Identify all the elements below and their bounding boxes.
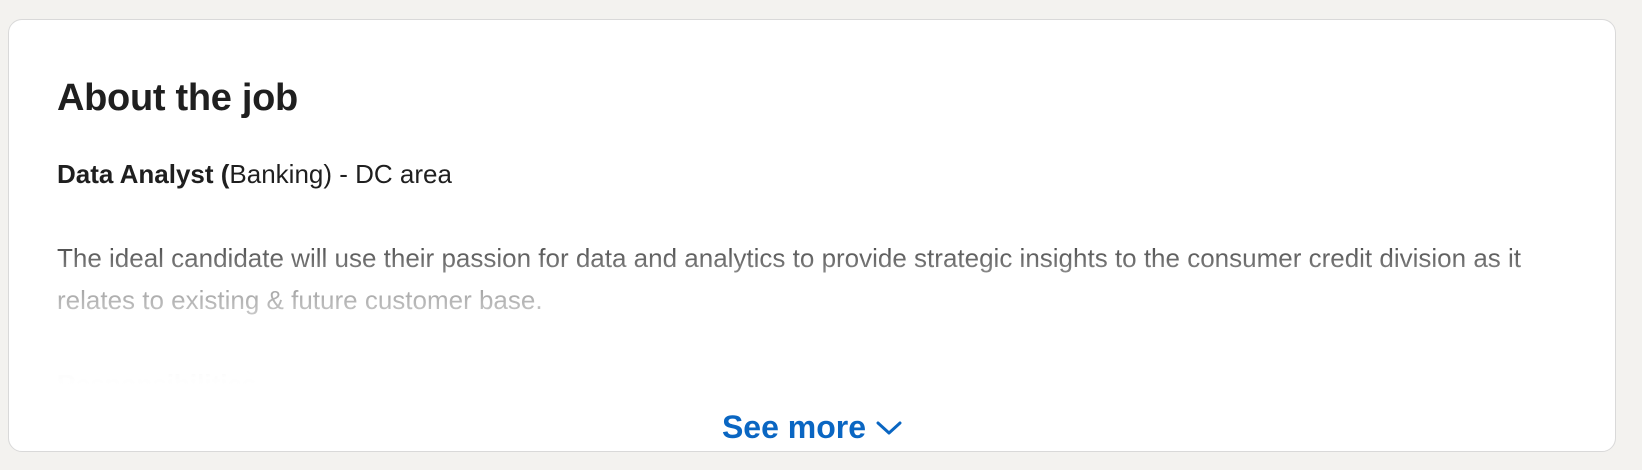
chevron-down-icon xyxy=(876,421,902,435)
section-title: About the job xyxy=(57,77,298,119)
job-headline-rest: Banking) - DC area xyxy=(229,159,452,189)
job-headline-bold: Data Analyst ( xyxy=(57,159,230,189)
job-summary-paragraph: The ideal candidate will use their passi… xyxy=(57,243,1521,315)
job-description: Data Analyst (Banking) - DC area The ide… xyxy=(57,153,1577,393)
see-more-button[interactable]: See more xyxy=(9,408,1615,446)
see-more-label: See more xyxy=(721,409,867,445)
about-the-job-card: About the job Data Analyst (Banking) - D… xyxy=(8,19,1616,452)
job-headline: Data Analyst (Banking) - DC area xyxy=(57,153,1577,195)
responsibilities-heading: Responsibilities xyxy=(57,369,257,393)
